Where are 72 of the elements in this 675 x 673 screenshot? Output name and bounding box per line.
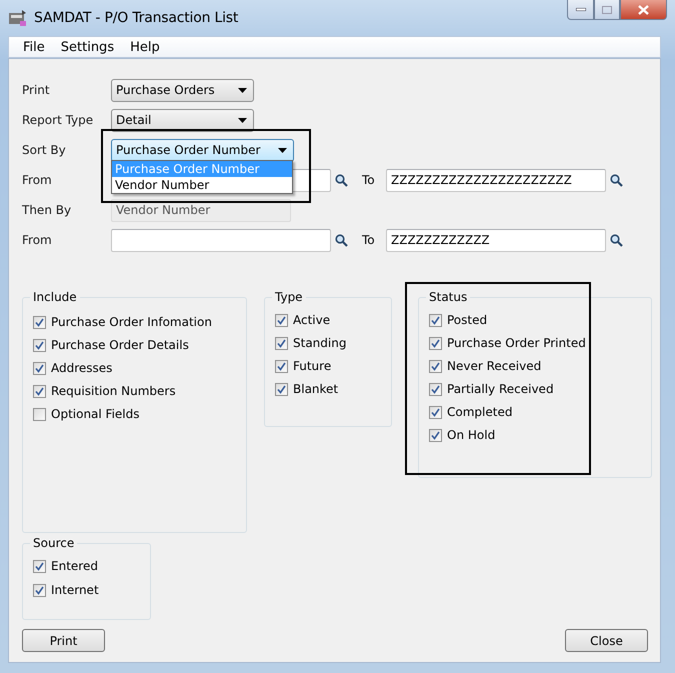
checkbox[interactable] bbox=[33, 316, 46, 328]
field-label: Print bbox=[22, 83, 51, 97]
checkbox-label: Completed bbox=[447, 405, 512, 419]
field-label: To bbox=[361, 233, 376, 247]
caret-icon bbox=[278, 148, 287, 152]
field-label: Sort By bbox=[22, 143, 67, 157]
print-button[interactable]: Print bbox=[22, 629, 105, 652]
group-title: Include bbox=[30, 290, 80, 304]
checkbox[interactable] bbox=[33, 362, 46, 374]
checkbox[interactable] bbox=[33, 408, 46, 420]
search-icon[interactable] bbox=[335, 234, 348, 246]
window-title: SAMDAT - P/O Transaction List bbox=[34, 10, 238, 26]
field-label: Report Type bbox=[22, 113, 94, 127]
checkbox[interactable] bbox=[33, 584, 46, 596]
checkbox[interactable] bbox=[429, 314, 442, 326]
checkbox-label: Blanket bbox=[293, 382, 338, 396]
caret-icon bbox=[238, 118, 247, 122]
field-label: From bbox=[22, 233, 53, 247]
field-label: Then By bbox=[22, 203, 72, 217]
minimize-icon bbox=[576, 8, 586, 11]
checkbox-label: Posted bbox=[447, 313, 488, 327]
dropdown[interactable]: Detail bbox=[111, 108, 254, 132]
checkbox-label: Never Received bbox=[447, 359, 542, 373]
search-icon[interactable] bbox=[335, 174, 348, 186]
checkbox-label: Requisition Numbers bbox=[51, 384, 176, 398]
caret-icon bbox=[238, 88, 247, 92]
checkbox-label: Future bbox=[293, 359, 332, 373]
minimize-button[interactable] bbox=[567, 0, 594, 20]
checkbox[interactable] bbox=[33, 338, 46, 352]
close-button[interactable] bbox=[620, 0, 667, 20]
checkbox-label: Active bbox=[293, 313, 330, 327]
checkbox[interactable] bbox=[275, 314, 288, 326]
maximize-icon bbox=[602, 6, 612, 14]
checkbox-label: Purchase Order Details bbox=[51, 338, 189, 352]
checkbox[interactable] bbox=[33, 560, 46, 572]
from-field[interactable] bbox=[111, 228, 331, 252]
dropdown-option[interactable]: Vendor Number bbox=[112, 177, 292, 193]
checkbox[interactable] bbox=[275, 336, 288, 350]
checkbox-label: Standing bbox=[293, 336, 346, 350]
app-icon bbox=[8, 9, 28, 27]
checkbox-label: Partially Received bbox=[447, 382, 554, 396]
checkbox-label: Internet bbox=[51, 583, 99, 597]
checkbox[interactable] bbox=[275, 382, 288, 396]
checkbox[interactable] bbox=[275, 360, 288, 372]
group-title: Source bbox=[30, 536, 78, 550]
menu-item[interactable]: File bbox=[15, 40, 53, 54]
checkbox-label: Entered bbox=[51, 559, 98, 573]
checkbox-label: Optional Fields bbox=[51, 407, 140, 421]
checkbox[interactable] bbox=[429, 382, 442, 396]
checkbox[interactable] bbox=[429, 360, 442, 372]
group-title: Status bbox=[426, 290, 470, 304]
checkbox[interactable] bbox=[429, 406, 442, 418]
dropdown[interactable]: Purchase Orders bbox=[111, 78, 254, 102]
search-icon[interactable] bbox=[610, 234, 623, 246]
field-label: From bbox=[22, 173, 53, 187]
checkbox-label: Purchase Order Infomation bbox=[51, 315, 212, 329]
close-dialog-button[interactable]: Close bbox=[565, 629, 648, 652]
search-icon[interactable] bbox=[610, 174, 623, 186]
dropdown[interactable]: Purchase Order Number bbox=[111, 138, 294, 162]
checkbox[interactable] bbox=[33, 384, 46, 398]
to-field[interactable]: ZZZZZZZZZZZZZZZZZZZZZZ bbox=[386, 168, 606, 192]
menu-item[interactable]: Help bbox=[122, 40, 168, 54]
checkbox-label: On Hold bbox=[447, 428, 496, 442]
to-field[interactable]: ZZZZZZZZZZZZ bbox=[386, 228, 606, 252]
checkbox-label: Addresses bbox=[51, 361, 112, 375]
checkbox[interactable] bbox=[429, 336, 442, 350]
menu-item[interactable]: Settings bbox=[52, 40, 122, 54]
field-label: To bbox=[361, 173, 376, 187]
checkbox[interactable] bbox=[429, 428, 442, 442]
group-title: Type bbox=[272, 290, 306, 304]
checkbox-label: Purchase Order Printed bbox=[447, 336, 586, 350]
close-icon bbox=[638, 4, 649, 14]
